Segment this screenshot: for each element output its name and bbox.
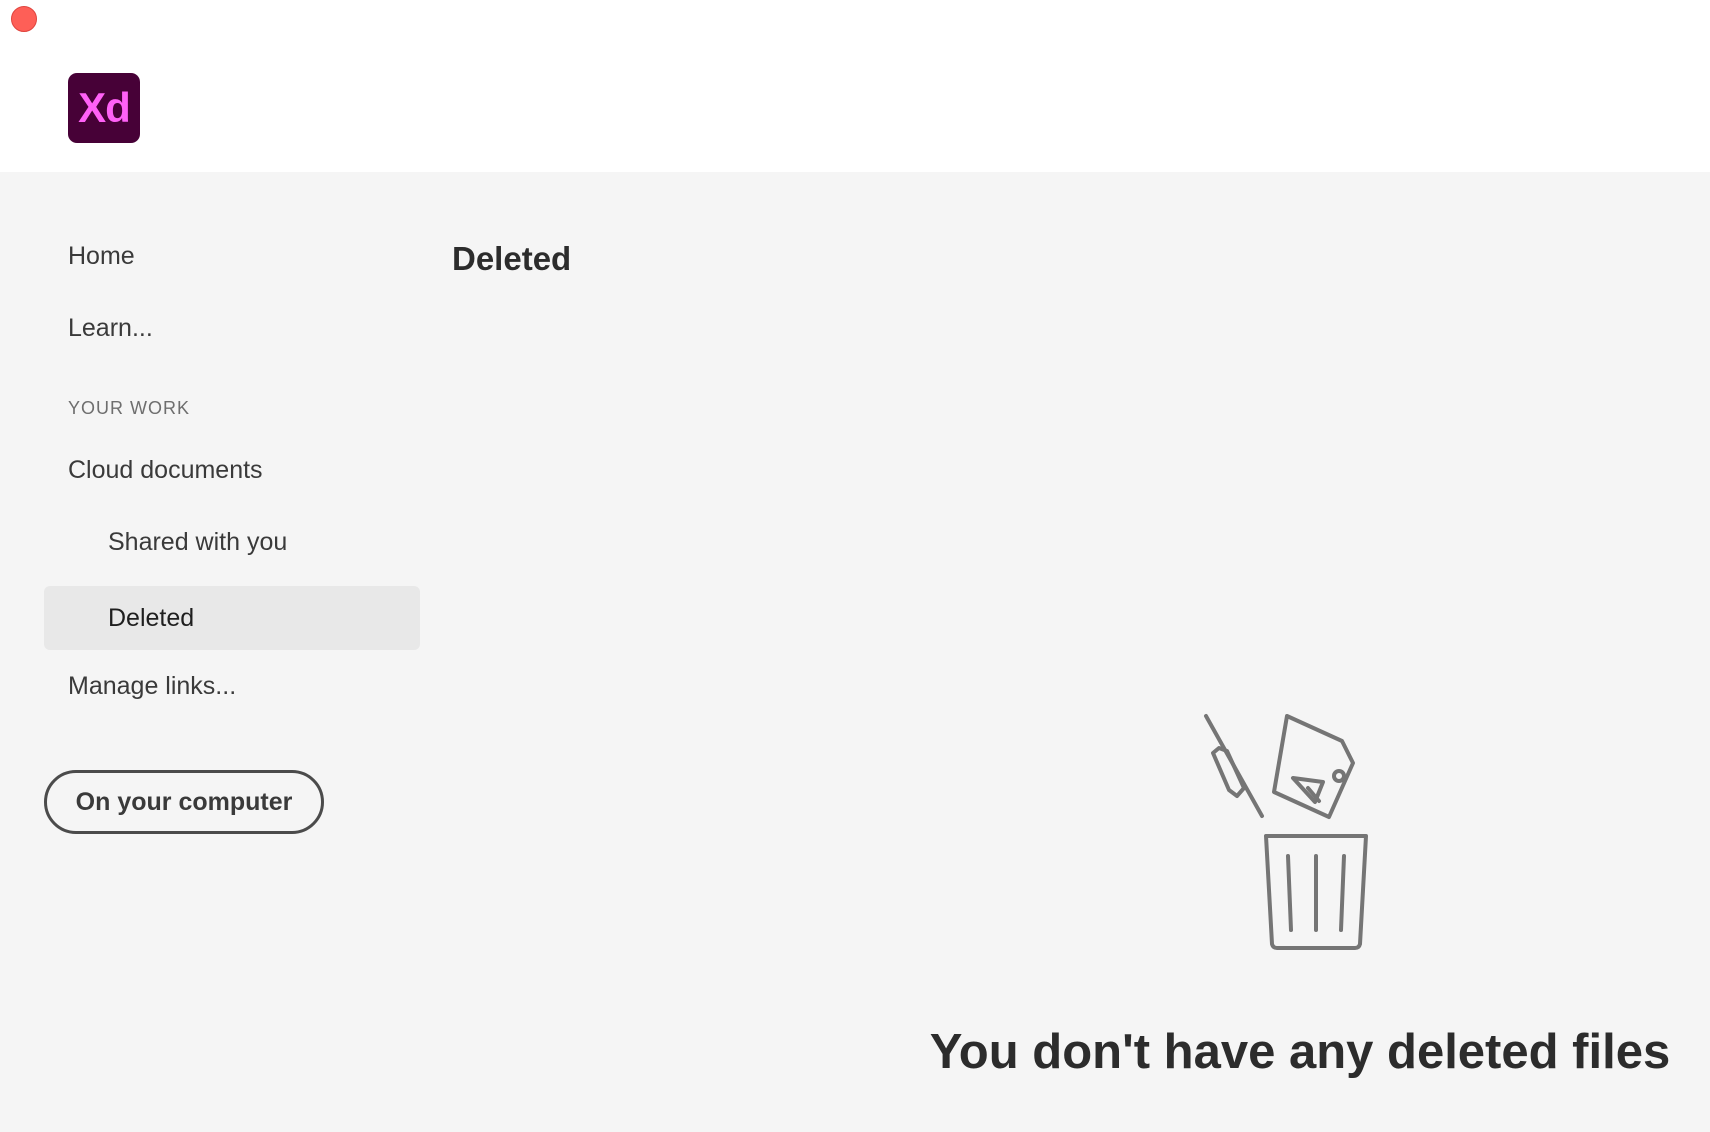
sidebar-item-label: Learn...: [68, 313, 153, 342]
sidebar-item-cloud-documents[interactable]: Cloud documents: [44, 438, 420, 502]
sidebar-item-home[interactable]: Home: [44, 224, 420, 288]
trash-with-files-icon: [1204, 714, 1368, 950]
on-your-computer-button[interactable]: On your computer: [44, 770, 324, 834]
sidebar-item-label: Shared with you: [108, 527, 288, 556]
sidebar-item-deleted[interactable]: Deleted: [44, 586, 420, 650]
sidebar: Home Learn... YOUR WORK Cloud documents …: [0, 172, 430, 1132]
xd-logo-text: Xd: [78, 84, 131, 131]
sidebar-item-label: Deleted: [108, 603, 195, 632]
empty-state-message: You don't have any deleted files: [929, 1025, 1671, 1079]
sidebar-item-shared-with-you[interactable]: Shared with you: [44, 510, 420, 574]
sidebar-item-label: Cloud documents: [68, 455, 263, 484]
sidebar-item-label: Home: [68, 241, 135, 270]
sidebar-item-label: Manage links...: [68, 671, 237, 700]
sidebar-item-manage-links[interactable]: Manage links...: [44, 654, 420, 718]
page-title: Deleted: [452, 240, 572, 277]
xd-logo: Xd: [68, 73, 140, 143]
sidebar-item-learn[interactable]: Learn...: [44, 296, 420, 360]
window-close-button[interactable]: [11, 6, 37, 32]
title-bar: Xd: [0, 0, 1710, 172]
section-label-your-work: YOUR WORK: [68, 398, 191, 418]
app-window: Xd Home Learn... YOUR WORK Cloud documen…: [0, 0, 1710, 1132]
